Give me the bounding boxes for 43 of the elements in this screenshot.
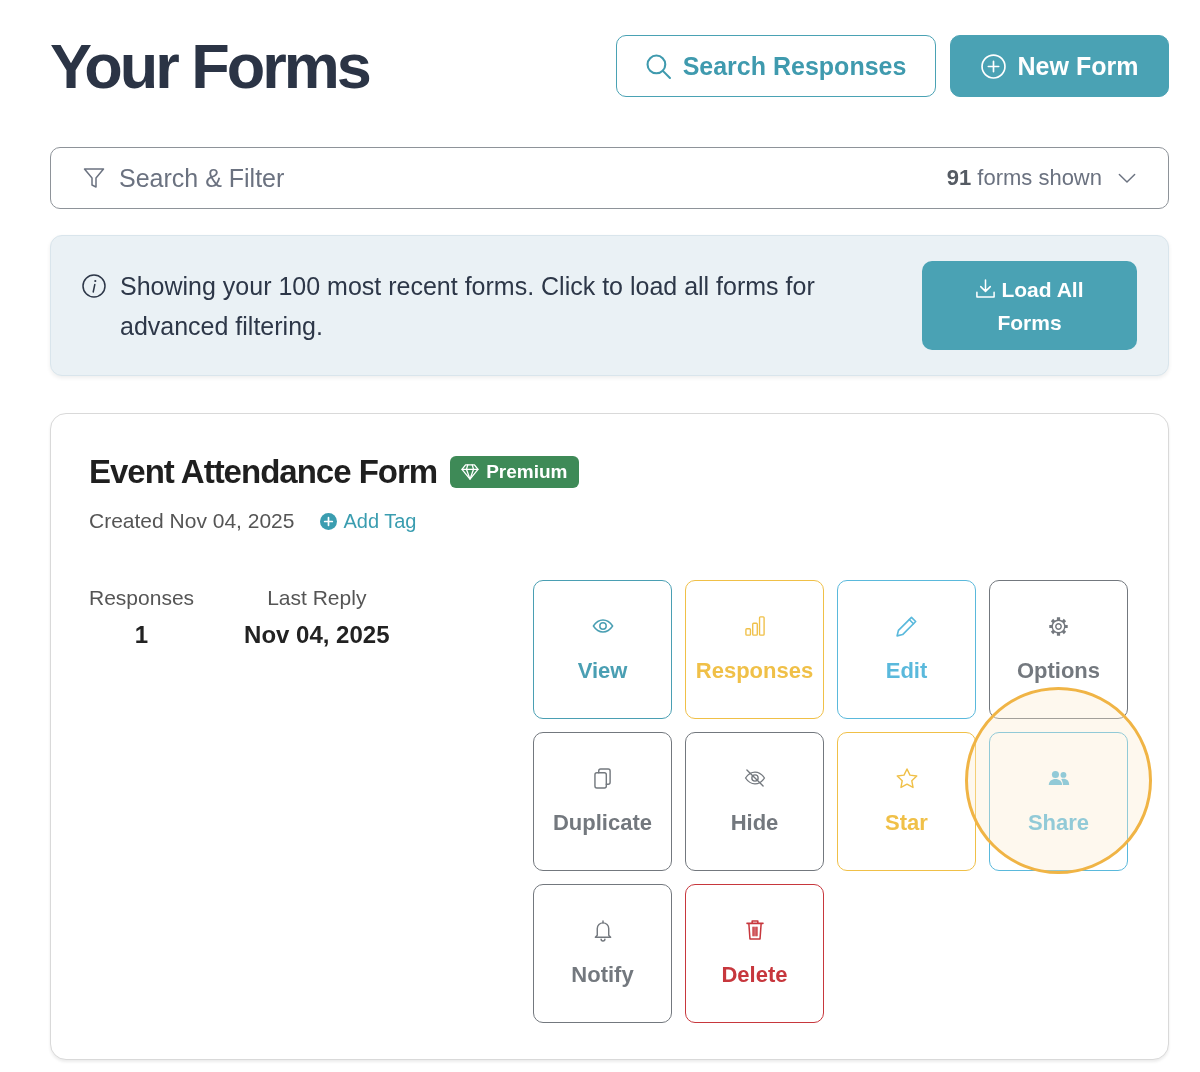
stat-label: Responses [89, 585, 195, 611]
bell-icon [593, 919, 612, 941]
form-title: Event Attendance Form [89, 453, 438, 491]
search-icon [645, 53, 671, 79]
badge-label: Premium [486, 461, 568, 483]
eye-slash-icon [743, 769, 766, 787]
pencil-icon [896, 615, 917, 637]
forms-count: 91 forms shown [946, 165, 1102, 191]
stat-label: Last Reply [267, 585, 367, 611]
duplicate-button[interactable]: Duplicate [533, 732, 672, 871]
trash-icon [745, 920, 764, 940]
load-all-button[interactable]: Load All Forms [922, 261, 1137, 350]
star-icon [895, 767, 918, 789]
filter-label: Search & Filter [119, 163, 285, 193]
eye-icon [591, 619, 614, 633]
bar-chart-icon [744, 616, 765, 636]
copy-icon [593, 767, 612, 789]
delete-button[interactable]: Delete [685, 884, 824, 1023]
filter-toggle[interactable]: Search & Filter 91 forms shown [50, 147, 1169, 209]
diamond-icon [461, 464, 480, 480]
plus-circle-icon [320, 512, 338, 530]
people-icon [1047, 770, 1070, 786]
gear-icon [1048, 615, 1069, 637]
notify-button[interactable]: Notify [533, 884, 672, 1023]
edit-button[interactable]: Edit [837, 580, 976, 719]
search-responses-button[interactable]: Search Responses [616, 35, 936, 97]
plus-circle-icon [980, 53, 1006, 79]
created-date: Created Nov 04, 2025 [89, 509, 295, 533]
download-icon [975, 277, 997, 299]
stat-value: Nov 04, 2025 [244, 622, 390, 648]
add-tag-link[interactable]: Add Tag [320, 509, 417, 533]
stat-value: 1 [134, 622, 149, 648]
responses-button[interactable]: Responses [685, 580, 824, 719]
notice-text: Showing your 100 most recent forms. Click to load all forms for advanced filtering. [120, 270, 816, 342]
share-button[interactable]: Share [989, 732, 1128, 871]
star-button[interactable]: Star [837, 732, 976, 871]
info-icon [82, 273, 106, 298]
options-button[interactable]: Options [989, 580, 1128, 719]
page-title: Your Forms [50, 35, 369, 97]
funnel-icon [83, 167, 105, 189]
new-form-button[interactable]: New Form [950, 35, 1169, 97]
hide-button[interactable]: Hide [685, 732, 824, 871]
view-button[interactable]: View [533, 580, 672, 719]
